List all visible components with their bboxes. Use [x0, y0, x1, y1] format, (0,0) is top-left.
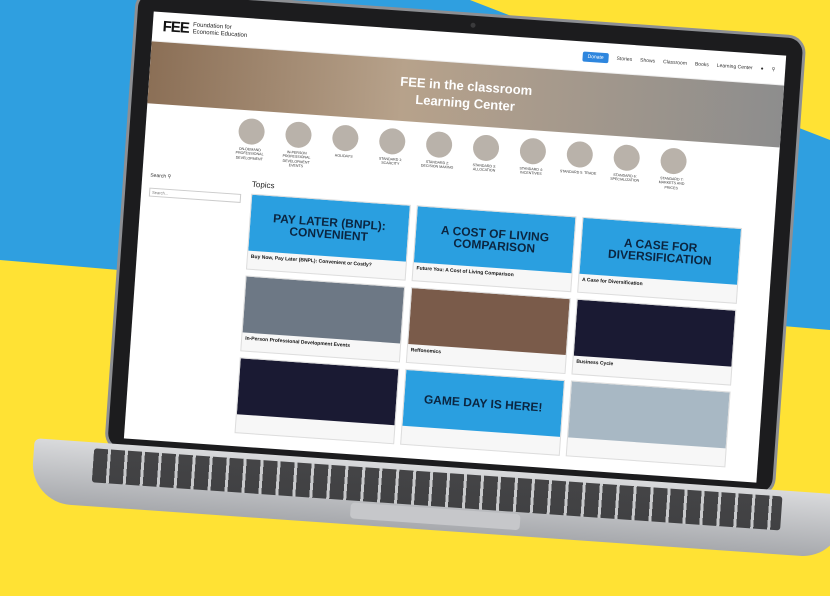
main-nav: Donate Stories Shows Classroom Books Lea… — [582, 50, 775, 74]
category-item[interactable]: STANDARD 5: TRADE — [558, 140, 599, 189]
nav-donate[interactable]: Donate — [582, 50, 610, 63]
nav-stories[interactable]: Stories — [616, 55, 632, 62]
category-item[interactable]: STANDARD 4: INCENTIVES — [511, 137, 552, 186]
topic-card[interactable]: PAY LATER (BNPL): CONVENIENT Buy Now, Pay… — [245, 193, 411, 281]
topic-card[interactable]: A CASE FOR DIVERSIFICATION A Case for Div… — [577, 216, 743, 304]
topic-card[interactable] — [565, 380, 731, 468]
category-item[interactable]: HOLIDAYS — [324, 124, 365, 173]
search-icon[interactable]: ⚲ — [771, 66, 775, 72]
category-item[interactable]: STANDARD 6: SPECIALIZATION — [605, 143, 646, 192]
topic-card[interactable]: Reffonomics — [405, 286, 571, 374]
topic-card[interactable]: Business Cycle — [571, 298, 737, 386]
main-content: Search ⚲ Topics PAY LATER (BNPL): CONVEN… — [124, 162, 776, 480]
nav-learning-center[interactable]: Learning Center — [717, 62, 753, 70]
fee-logo-text: Foundation for Economic Education — [192, 21, 248, 39]
topic-card[interactable]: A COST OF LIVING COMPARISON Future You: A… — [411, 204, 577, 292]
topic-card[interactable]: GAME DAY IS HERE! — [400, 368, 566, 456]
nav-classroom[interactable]: Classroom — [663, 59, 687, 67]
search-icon: ⚲ — [167, 173, 172, 180]
laptop-screen: FEE Foundation for Economic Education Don… — [123, 11, 787, 483]
site-logo[interactable]: FEE Foundation for Economic Education — [162, 18, 248, 41]
nav-shows[interactable]: Shows — [640, 57, 655, 64]
category-item[interactable]: ON-DEMAND PROFESSIONAL DEVELOPMENT — [230, 117, 271, 166]
search-label: Search ⚲ — [150, 172, 172, 180]
topics-grid: PAY LATER (BNPL): CONVENIENT Buy Now, Pay… — [234, 193, 743, 468]
category-item[interactable]: STANDARD 7: MARKETS AND PRICES — [652, 147, 693, 196]
search-input[interactable] — [148, 187, 242, 203]
laptop-bezel: FEE Foundation for Economic Education Don… — [104, 0, 807, 497]
camera-icon — [470, 22, 476, 28]
topic-card[interactable] — [234, 356, 400, 444]
user-icon[interactable]: ● — [760, 65, 763, 71]
fee-logo-mark: FEE — [162, 18, 190, 37]
topic-card[interactable]: In-Person Professional Development Event… — [240, 275, 406, 363]
topics-section: Topics PAY LATER (BNPL): CONVENIENT Buy N… — [234, 179, 744, 468]
sidebar: Search ⚲ — [133, 172, 242, 432]
laptop: FEE Foundation for Economic Education Don… — [30, 0, 830, 559]
nav-books[interactable]: Books — [695, 61, 709, 68]
category-item[interactable]: STANDARD 2: DECISION MAKING — [417, 130, 458, 179]
category-item[interactable]: STANDARD 3: ALLOCATION — [464, 134, 505, 183]
category-item[interactable]: STANDARD 1: SCARCITY — [370, 127, 411, 176]
category-item[interactable]: IN-PERSON PROFESSIONAL DEVELOPMENT EVENT… — [277, 120, 318, 170]
